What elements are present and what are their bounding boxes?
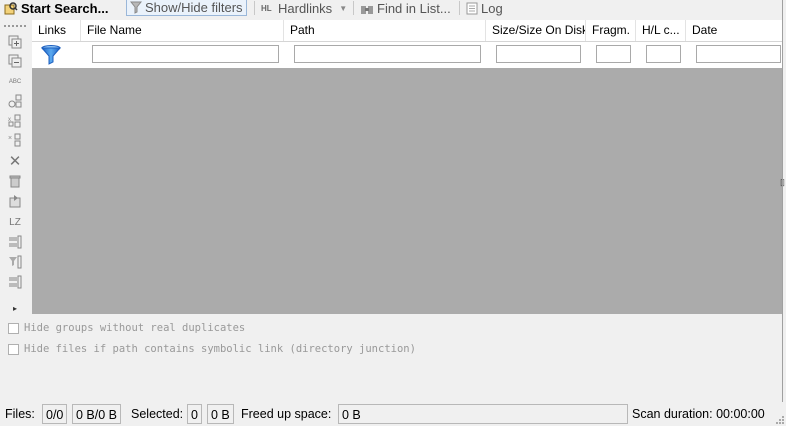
delete-x-icon[interactable]: ✕ bbox=[7, 153, 23, 170]
hide-symlink-label: Hide files if path contains symbolic lin… bbox=[24, 343, 416, 355]
symlink-replace-icon[interactable] bbox=[7, 255, 23, 269]
collapse-all-icon[interactable] bbox=[7, 54, 23, 68]
filter-fragm-input[interactable] bbox=[596, 45, 631, 63]
lz-label: LZ bbox=[9, 216, 21, 228]
hardlinks-label: Hardlinks bbox=[278, 1, 333, 16]
hide-groups-label: Hide groups without real duplicates bbox=[24, 322, 246, 334]
move-files-icon[interactable] bbox=[7, 194, 23, 208]
column-date[interactable]: Date bbox=[686, 20, 782, 41]
freed-space-value: 0 B bbox=[338, 404, 628, 424]
column-fragm[interactable]: Fragm. bbox=[586, 20, 636, 41]
freed-space-label: Freed up space: bbox=[241, 407, 332, 421]
select-group-icon[interactable] bbox=[7, 94, 23, 108]
search-start-icon bbox=[4, 2, 18, 15]
hide-symlink-option[interactable]: Hide files if path contains symbolic lin… bbox=[8, 343, 416, 355]
abc-sort-label: ABC bbox=[8, 79, 22, 85]
hardlinks-button[interactable]: HL Hardlinks ▼ bbox=[261, 0, 347, 17]
start-search-button[interactable]: Start Search... bbox=[4, 0, 108, 17]
funnel-filter-icon[interactable] bbox=[40, 44, 62, 66]
find-in-list-button[interactable]: Find in List... bbox=[360, 0, 451, 17]
toolbar-separator bbox=[254, 1, 255, 15]
toolbar-separator bbox=[353, 1, 354, 15]
column-size[interactable]: Size/Size On Disk bbox=[486, 20, 586, 41]
hardlinks-icon-text: HL bbox=[261, 3, 272, 13]
more-tools-chevron-icon[interactable]: ▸ bbox=[7, 301, 23, 315]
find-in-list-label: Find in List... bbox=[377, 1, 451, 16]
scan-duration: Scan duration: 00:00:00 bbox=[632, 407, 765, 421]
filter-size-input[interactable] bbox=[496, 45, 581, 63]
log-label: Log bbox=[481, 1, 503, 16]
svg-text:×: × bbox=[8, 135, 12, 142]
hide-groups-checkbox[interactable] bbox=[8, 322, 19, 334]
unselect-files-icon[interactable]: × bbox=[7, 133, 23, 147]
start-search-label: Start Search... bbox=[21, 1, 109, 16]
resize-grip-icon[interactable] bbox=[774, 414, 784, 424]
files-size-value: 0 B/0 B bbox=[72, 404, 121, 424]
column-hl-count[interactable]: H/L c... bbox=[636, 20, 686, 41]
filter-file-name-input[interactable] bbox=[92, 45, 279, 63]
column-links[interactable]: Links bbox=[32, 20, 81, 41]
filter-path-input[interactable] bbox=[294, 45, 481, 63]
hide-symlink-checkbox[interactable] bbox=[8, 343, 19, 355]
toolbar-grip[interactable] bbox=[4, 25, 26, 29]
hardlinks-icon: HL bbox=[261, 3, 275, 13]
binoculars-icon bbox=[361, 5, 373, 14]
select-files-icon[interactable]: x bbox=[7, 114, 23, 128]
results-grid[interactable] bbox=[32, 68, 782, 314]
files-label: Files: bbox=[5, 407, 35, 421]
selected-count-value: 0 bbox=[187, 404, 202, 424]
abc-sort-icon[interactable]: ABC bbox=[7, 75, 23, 89]
window-border bbox=[782, 0, 783, 402]
show-hide-filters-button[interactable]: Show/Hide filters bbox=[126, 0, 247, 16]
log-document-icon bbox=[466, 2, 478, 15]
main-toolbar: Start Search... Show/Hide filters HL Har… bbox=[0, 0, 786, 17]
selected-size-value: 0 B bbox=[207, 404, 234, 424]
column-path[interactable]: Path bbox=[284, 20, 486, 41]
hardlink-replace-icon[interactable] bbox=[7, 235, 23, 249]
filter-row bbox=[32, 42, 782, 68]
recycle-bin-icon[interactable] bbox=[7, 174, 23, 188]
chevron-down-icon[interactable]: ▼ bbox=[339, 4, 347, 13]
results-column-header: Links File Name Path Size/Size On Disk F… bbox=[32, 20, 782, 42]
junction-replace-icon[interactable] bbox=[7, 275, 23, 289]
filter-hl-count-input[interactable] bbox=[646, 45, 681, 63]
column-file-name[interactable]: File Name bbox=[81, 20, 284, 41]
expand-all-icon[interactable] bbox=[7, 35, 23, 49]
side-toolbar: ABC x × ✕ LZ ▸ bbox=[0, 17, 31, 315]
show-hide-filters-label: Show/Hide filters bbox=[145, 0, 243, 15]
status-bar: Files: 0/0 0 B/0 B Selected: 0 0 B Freed… bbox=[0, 402, 786, 426]
selected-label: Selected: bbox=[131, 407, 184, 421]
toolbar-separator bbox=[459, 1, 460, 15]
files-count-value: 0/0 bbox=[42, 404, 68, 424]
filter-icon bbox=[130, 1, 142, 14]
log-button[interactable]: Log bbox=[466, 0, 503, 17]
filter-date-input[interactable] bbox=[696, 45, 781, 63]
hide-groups-option[interactable]: Hide groups without real duplicates bbox=[8, 322, 245, 334]
lz-compress-icon[interactable]: LZ bbox=[7, 215, 23, 229]
